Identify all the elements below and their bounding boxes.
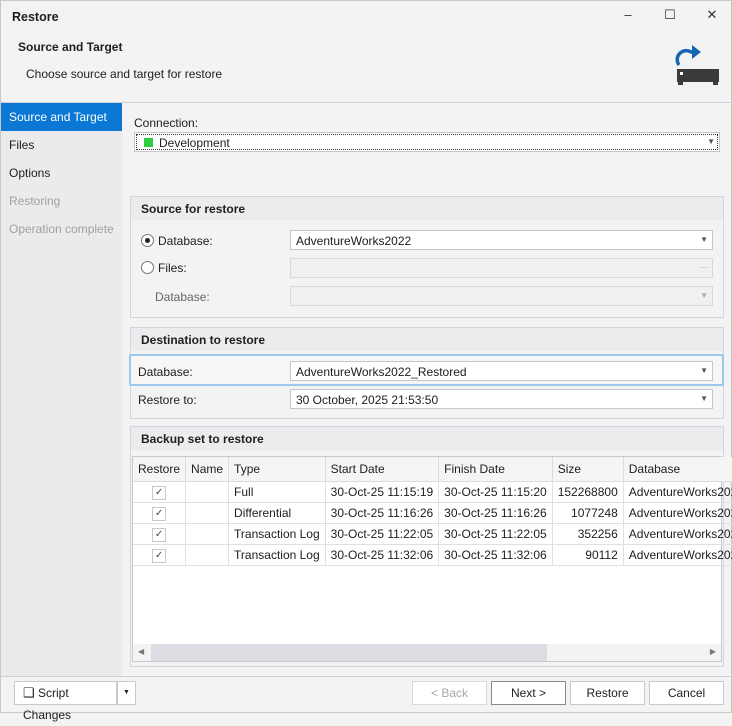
name-cell bbox=[185, 523, 230, 545]
files-radio[interactable] bbox=[141, 261, 154, 274]
database-cell: AdventureWorks2022 bbox=[623, 481, 732, 503]
page-title: Source and Target bbox=[18, 40, 123, 54]
next-button[interactable]: Next > bbox=[491, 681, 566, 705]
divider bbox=[1, 676, 732, 677]
restore-database-icon bbox=[675, 45, 719, 85]
scroll-right-icon[interactable]: ▶ bbox=[710, 647, 716, 656]
source-database-select[interactable]: AdventureWorks2022 ▼ bbox=[290, 230, 713, 250]
finish-date-cell: 30-Oct-25 11:32:06 bbox=[438, 544, 553, 566]
table-row[interactable]: ✓ Transaction Log 30-Oct-25 11:32:06 30-… bbox=[133, 544, 732, 566]
restore-checkbox[interactable]: ✓ bbox=[152, 485, 167, 500]
window-title: Restore bbox=[12, 10, 59, 24]
sidebar-item-source-and-target[interactable]: Source and Target bbox=[1, 103, 122, 131]
source-database-value: AdventureWorks2022 bbox=[296, 234, 412, 248]
source-files-input[interactable]: ··· bbox=[290, 258, 713, 278]
script-changes-dropdown[interactable]: ▼ bbox=[117, 681, 136, 705]
start-date-cell: 30-Oct-25 11:32:06 bbox=[325, 544, 440, 566]
size-cell: 352256 bbox=[552, 523, 624, 545]
type-cell: Differential bbox=[228, 502, 326, 524]
files-database-select[interactable]: ▼ bbox=[290, 286, 713, 306]
start-date-cell: 30-Oct-25 11:15:19 bbox=[325, 481, 440, 503]
finish-date-cell: 30-Oct-25 11:16:26 bbox=[438, 502, 553, 524]
connection-color-icon bbox=[144, 138, 153, 147]
table-row[interactable]: ✓ Differential 30-Oct-25 11:16:26 30-Oct… bbox=[133, 502, 732, 524]
restore-cell: ✓ bbox=[133, 481, 187, 503]
size-cell: 1077248 bbox=[552, 502, 624, 524]
restore-checkbox[interactable]: ✓ bbox=[152, 548, 167, 563]
column-header-start-date[interactable]: Start Date bbox=[325, 457, 440, 482]
column-header-restore[interactable]: Restore bbox=[133, 457, 187, 482]
sidebar-item-operation-complete: Operation complete bbox=[9, 222, 114, 236]
column-header-type[interactable]: Type bbox=[228, 457, 326, 482]
connection-value: Development bbox=[159, 136, 230, 150]
table-row[interactable]: ✓ Transaction Log 30-Oct-25 11:22:05 30-… bbox=[133, 523, 732, 545]
restore-cell: ✓ bbox=[133, 502, 187, 524]
chevron-down-icon: ▼ bbox=[700, 291, 708, 300]
name-cell bbox=[185, 481, 230, 503]
name-cell bbox=[185, 502, 230, 524]
restore-cell: ✓ bbox=[133, 544, 187, 566]
type-cell: Transaction Log bbox=[228, 544, 326, 566]
restore-to-select[interactable]: 30 October, 2025 21:53:50 ▼ bbox=[290, 389, 713, 409]
chevron-down-icon: ▼ bbox=[123, 689, 130, 696]
chevron-down-icon: ▼ bbox=[700, 235, 708, 244]
sidebar: Source and Target Files Options Restorin… bbox=[1, 103, 122, 676]
connection-select[interactable]: Development ▼ bbox=[134, 132, 720, 152]
source-database-label: Database: bbox=[158, 234, 213, 248]
size-cell: 90112 bbox=[552, 544, 624, 566]
minimize-button[interactable]: – bbox=[613, 7, 643, 27]
size-cell: 152268800 bbox=[552, 481, 624, 503]
restore-button[interactable]: Restore bbox=[570, 681, 645, 705]
sidebar-item-restoring: Restoring bbox=[9, 194, 61, 208]
database-cell: AdventureWorks2022 bbox=[623, 544, 732, 566]
restore-checkbox[interactable]: ✓ bbox=[152, 527, 167, 542]
source-group-title: Source for restore bbox=[131, 197, 723, 220]
script-changes-button[interactable]: ❏ Script Changes bbox=[14, 681, 117, 722]
browse-button[interactable]: ··· bbox=[700, 263, 708, 272]
column-header-finish-date[interactable]: Finish Date bbox=[438, 457, 553, 482]
start-date-cell: 30-Oct-25 11:16:26 bbox=[325, 502, 440, 524]
chevron-down-icon: ▼ bbox=[700, 366, 708, 375]
database-radio[interactable] bbox=[141, 234, 154, 247]
chevron-down-icon: ▼ bbox=[700, 394, 708, 403]
script-icon: ❏ bbox=[23, 685, 35, 700]
restore-to-label: Restore to: bbox=[138, 393, 197, 407]
table-row[interactable]: ✓ Full 30-Oct-25 11:15:19 30-Oct-25 11:1… bbox=[133, 481, 732, 503]
files-database-label: Database: bbox=[155, 290, 210, 304]
restore-checkbox[interactable]: ✓ bbox=[152, 506, 167, 521]
sidebar-item-files[interactable]: Files bbox=[1, 131, 122, 159]
type-cell: Transaction Log bbox=[228, 523, 326, 545]
close-button[interactable]: ✕ bbox=[697, 7, 727, 27]
type-cell: Full bbox=[228, 481, 326, 503]
destination-database-label: Database: bbox=[138, 365, 193, 379]
maximize-button[interactable]: ☐ bbox=[655, 7, 685, 27]
cancel-button[interactable]: Cancel bbox=[649, 681, 724, 705]
restore-to-value: 30 October, 2025 21:53:50 bbox=[296, 393, 439, 407]
backup-group-title: Backup set to restore bbox=[131, 427, 723, 450]
destination-group-title: Destination to restore bbox=[131, 328, 723, 351]
back-button[interactable]: < Back bbox=[412, 681, 487, 705]
backup-grid: Restore Name Type Start Date Finish Date… bbox=[132, 456, 732, 662]
page-subtitle: Choose source and target for restore bbox=[26, 67, 223, 81]
database-cell: AdventureWorks2022 bbox=[623, 502, 732, 524]
restore-cell: ✓ bbox=[133, 523, 187, 545]
sidebar-item-options[interactable]: Options bbox=[1, 159, 122, 187]
name-cell bbox=[185, 544, 230, 566]
scrollbar-thumb[interactable] bbox=[151, 644, 547, 661]
chevron-down-icon: ▼ bbox=[707, 137, 715, 146]
connection-label: Connection: bbox=[134, 116, 199, 130]
scroll-left-icon[interactable]: ◀ bbox=[138, 647, 144, 656]
finish-date-cell: 30-Oct-25 11:22:05 bbox=[438, 523, 553, 545]
source-files-label: Files: bbox=[158, 261, 187, 275]
column-header-size[interactable]: Size bbox=[552, 457, 624, 482]
horizontal-scrollbar[interactable]: ◀ ▶ bbox=[133, 644, 721, 661]
column-header-database[interactable]: Database bbox=[623, 457, 732, 482]
column-header-name[interactable]: Name bbox=[185, 457, 230, 482]
destination-database-select[interactable]: AdventureWorks2022_Restored ▼ bbox=[290, 361, 713, 381]
start-date-cell: 30-Oct-25 11:22:05 bbox=[325, 523, 440, 545]
destination-database-value: AdventureWorks2022_Restored bbox=[296, 365, 467, 379]
finish-date-cell: 30-Oct-25 11:15:20 bbox=[438, 481, 553, 503]
database-cell: AdventureWorks2022 bbox=[623, 523, 732, 545]
